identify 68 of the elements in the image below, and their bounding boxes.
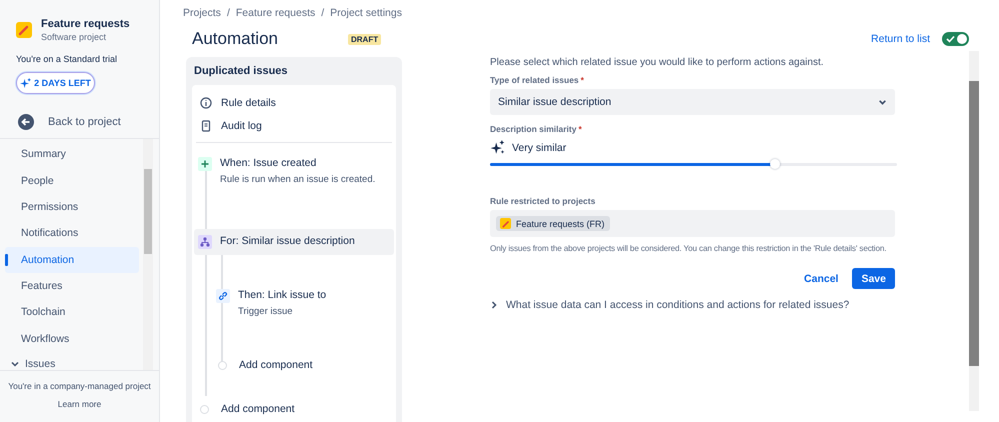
component-title: When: Issue created: [220, 157, 318, 169]
similarity-value: Very similar: [512, 142, 566, 154]
project-tag[interactable]: Feature requests (FR): [496, 216, 610, 231]
nav-item[interactable]: Automation: [5, 246, 139, 273]
chevron-down-icon: [878, 98, 887, 106]
document-icon: [200, 120, 212, 132]
nav-item[interactable]: Workflows: [5, 326, 139, 352]
breadcrumb-separator: /: [321, 7, 324, 19]
field-label: Rule restricted to projects: [490, 196, 596, 206]
nav-group[interactable]: Issues: [5, 352, 139, 370]
plus-icon: [198, 157, 212, 171]
field-label: Type of related issues *: [490, 75, 585, 85]
disclosure-toggle[interactable]: What issue data can I access in conditions and actions for related issues?: [490, 299, 850, 311]
sparkle-icon: [20, 78, 32, 88]
scrollbar[interactable]: [969, 51, 979, 411]
rule-component[interactable]: When: Issue created Rule is run when an issue is created.: [194, 151, 394, 191]
nav-item[interactable]: Summary: [5, 141, 139, 168]
scrollbar[interactable]: [143, 139, 153, 370]
breadcrumb-link[interactable]: Project settings: [330, 7, 402, 19]
breadcrumb-link[interactable]: Feature requests: [236, 7, 316, 19]
save-button[interactable]: Save: [852, 268, 895, 289]
intro-text: Please select which related issue you would like to perform actions against.: [490, 57, 825, 68]
help-text: Only issues from the above projects will be considered. You can change this restriction in the 'Rule details' section.: [490, 243, 886, 254]
back-to-project-link[interactable]: Back to project: [18, 114, 159, 130]
info-icon: [200, 96, 212, 108]
rule-menu-item[interactable]: Audit log: [192, 114, 270, 137]
project-avatar-icon: [16, 22, 32, 38]
add-component-button[interactable]: Add component: [210, 353, 317, 377]
return-to-list-link[interactable]: Return to list: [871, 33, 930, 45]
add-component-button[interactable]: Add component: [194, 397, 299, 421]
nav-item[interactable]: Permissions: [5, 194, 139, 220]
chevron-icon: [11, 360, 19, 368]
toggle-switch[interactable]: [942, 32, 969, 46]
nav-item[interactable]: People: [5, 167, 139, 194]
component-description: Trigger issue: [238, 306, 294, 317]
component-description: Rule is run when an issue is created.: [220, 174, 376, 185]
rule-component[interactable]: Then: Link issue to Trigger issue: [210, 283, 394, 323]
project-name: Feature requests: [41, 18, 130, 30]
projects-field[interactable]: Feature requests (FR): [490, 210, 895, 237]
project-type: Software project: [41, 32, 108, 42]
rule-component[interactable]: For: Similar issue description: [194, 229, 394, 255]
breadcrumb-separator: /: [226, 7, 230, 19]
project-avatar-icon: [500, 218, 511, 229]
page-title: Automation: [192, 29, 279, 49]
rule-menu-item[interactable]: Rule details: [192, 91, 284, 114]
trial-text: You're on a Standard trial: [16, 54, 118, 64]
sparkle-icon: [490, 140, 505, 155]
nav-item[interactable]: Features: [5, 272, 139, 300]
rule-title: Duplicated issues: [193, 64, 289, 79]
related-issue-type-select[interactable]: Similar issue description: [490, 89, 895, 115]
status-badge: DRAFT: [348, 34, 382, 44]
link-icon: [216, 289, 230, 303]
chevron-right-icon: [490, 301, 498, 309]
days-left-button[interactable]: 2 DAYS LEFT: [16, 72, 95, 94]
nav-item[interactable]: Notifications: [5, 220, 139, 246]
breadcrumb-link[interactable]: Projects: [183, 7, 221, 19]
node-circle-icon: [200, 404, 209, 414]
component-title: Then: Link issue to: [238, 289, 326, 301]
footer-text: You're in a company-managed project: [7, 381, 152, 391]
component-title: For: Similar issue description: [220, 235, 355, 247]
cancel-button[interactable]: Cancel: [800, 268, 842, 289]
node-circle-icon: [218, 360, 227, 370]
check-icon: [946, 35, 955, 43]
slider-thumb[interactable]: [770, 159, 780, 169]
nav-item[interactable]: Toolchain: [5, 299, 139, 326]
branch-icon: [198, 235, 212, 249]
field-label: Description similarity *: [490, 124, 583, 134]
learn-more-link[interactable]: Learn more: [58, 399, 102, 409]
